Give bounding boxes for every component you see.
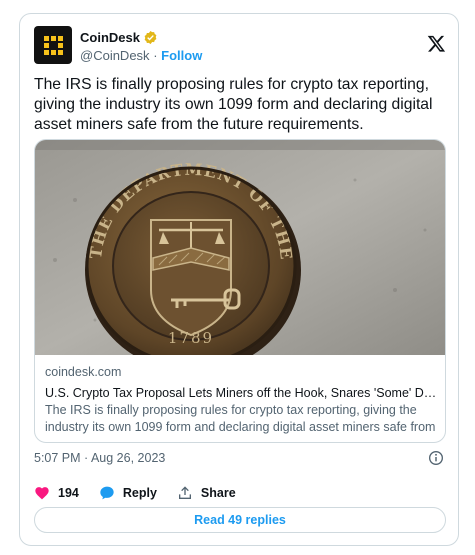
follow-button[interactable]: Follow <box>161 48 202 63</box>
treasury-seal-image: THE DEPARTMENT OF THE TREASURY 1789 <box>35 140 445 355</box>
link-preview-card[interactable]: THE DEPARTMENT OF THE TREASURY 1789 coin… <box>34 139 446 443</box>
author-name[interactable]: CoinDesk <box>80 30 140 45</box>
link-domain: coindesk.com <box>45 365 122 379</box>
reply-label: Reply <box>122 486 157 500</box>
handle-separator: · <box>153 48 158 63</box>
seal-year: 1789 <box>168 329 214 347</box>
author-handle[interactable]: @CoinDesk <box>80 48 150 63</box>
share-label: Share <box>200 486 236 500</box>
link-info: coindesk.com U.S. Crypto Tax Proposal Le… <box>45 364 437 442</box>
share-upload-icon <box>178 486 191 499</box>
reply-bubble-icon <box>100 486 114 500</box>
heart-icon <box>35 487 49 500</box>
like-count: 194 <box>58 486 79 500</box>
link-description: The IRS is finally proposing rules for c… <box>45 403 436 442</box>
read-replies-label: Read 49 replies <box>194 513 286 527</box>
tweet-card: CoinDesk @CoinDesk · Follow The IRS is f… <box>19 13 459 546</box>
tweet-timestamp[interactable]: 5:07 PM · Aug 26, 2023 <box>34 450 165 466</box>
tweet-actions: 194 Reply Share <box>34 483 256 503</box>
verified-badge-icon <box>144 30 157 44</box>
x-logo-icon[interactable] <box>427 34 446 53</box>
link-title[interactable]: U.S. Crypto Tax Proposal Lets Miners off… <box>45 385 437 402</box>
tweet-text: The IRS is finally proposing rules for c… <box>34 76 433 133</box>
read-replies-button[interactable]: Read 49 replies <box>34 507 446 533</box>
tweet-header: CoinDesk @CoinDesk · Follow <box>34 26 446 70</box>
author-names: CoinDesk @CoinDesk · Follow <box>80 28 202 65</box>
like-button[interactable]: 194 <box>34 485 79 501</box>
coindesk-logo-avatar[interactable] <box>34 26 72 64</box>
share-button[interactable]: Share <box>177 485 236 501</box>
reply-button[interactable]: Reply <box>99 485 157 501</box>
info-icon[interactable] <box>428 450 444 466</box>
